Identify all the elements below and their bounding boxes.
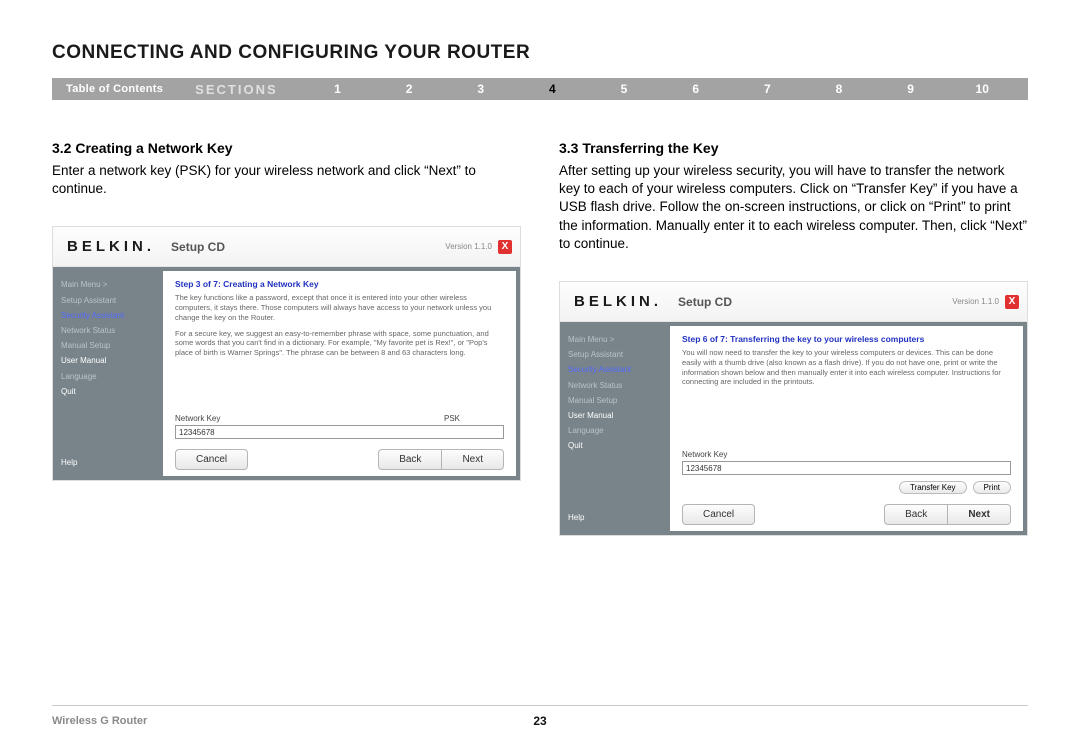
nav-toc[interactable]: Table of Contents xyxy=(52,83,177,95)
menu-manual-setup[interactable]: Manual Setup xyxy=(568,393,662,408)
network-key-input[interactable]: 12345678 xyxy=(175,425,504,439)
label-psk: PSK xyxy=(444,414,504,423)
nav-10[interactable]: 10 xyxy=(946,82,1028,96)
heading-3-3: 3.3 Transferring the Key xyxy=(559,140,1028,156)
step-text-right-1: You will now need to transfer the key to… xyxy=(682,348,1011,387)
menu-network-status[interactable]: Network Status xyxy=(568,378,662,393)
menu-security-assistant[interactable]: Security Assistant xyxy=(61,308,155,323)
menu-help[interactable]: Help xyxy=(568,510,662,525)
menu-manual-setup[interactable]: Manual Setup xyxy=(61,338,155,353)
nav-5[interactable]: 5 xyxy=(588,82,660,96)
network-key-display[interactable]: 12345678 xyxy=(682,461,1011,475)
body-3-3: After setting up your wireless security,… xyxy=(559,162,1028,253)
print-button[interactable]: Print xyxy=(973,481,1011,494)
sidebar: Main Menu > Setup Assistant Security Ass… xyxy=(53,267,163,480)
menu-user-manual[interactable]: User Manual xyxy=(61,353,155,368)
menu-quit[interactable]: Quit xyxy=(568,438,662,453)
label-network-key: Network Key xyxy=(682,450,1011,459)
menu-language[interactable]: Language xyxy=(568,423,662,438)
menu-security-assistant[interactable]: Security Assistant xyxy=(568,362,662,377)
nav-7[interactable]: 7 xyxy=(731,82,803,96)
screenshot-left: BELKIN. Setup CD Version 1.1.0 X Main Me… xyxy=(52,226,521,481)
sidebar: Main Menu > Setup Assistant Security Ass… xyxy=(560,322,670,535)
nav-2[interactable]: 2 xyxy=(373,82,445,96)
menu-network-status[interactable]: Network Status xyxy=(61,323,155,338)
next-button[interactable]: Next xyxy=(947,504,1011,525)
menu-help[interactable]: Help xyxy=(61,455,155,470)
transfer-key-button[interactable]: Transfer Key xyxy=(899,481,967,494)
setup-cd-label: Setup CD xyxy=(658,295,952,309)
nav-8[interactable]: 8 xyxy=(803,82,875,96)
next-button[interactable]: Next xyxy=(441,449,504,470)
version-label: Version 1.1.0 xyxy=(952,297,1005,306)
menu-quit[interactable]: Quit xyxy=(61,384,155,399)
section-navbar: Table of Contents SECTIONS 1 2 3 4 5 6 7… xyxy=(52,78,1028,100)
close-icon[interactable]: X xyxy=(498,240,512,254)
label-network-key: Network Key xyxy=(175,414,444,423)
menu-user-manual[interactable]: User Manual xyxy=(568,408,662,423)
version-label: Version 1.1.0 xyxy=(445,242,498,251)
menu-main[interactable]: Main Menu > xyxy=(568,332,662,347)
step-title-left: Step 3 of 7: Creating a Network Key xyxy=(175,279,504,289)
brand-logo: BELKIN. xyxy=(560,293,658,310)
menu-setup-assistant[interactable]: Setup Assistant xyxy=(568,347,662,362)
footer-product: Wireless G Router xyxy=(52,715,533,727)
screenshot-right: BELKIN. Setup CD Version 1.1.0 X Main Me… xyxy=(559,281,1028,536)
cancel-button[interactable]: Cancel xyxy=(175,449,248,470)
back-button[interactable]: Back xyxy=(884,504,947,525)
body-3-2: Enter a network key (PSK) for your wirel… xyxy=(52,162,521,198)
nav-sections-label: SECTIONS xyxy=(177,82,301,97)
menu-setup-assistant[interactable]: Setup Assistant xyxy=(61,293,155,308)
menu-language[interactable]: Language xyxy=(61,369,155,384)
nav-1[interactable]: 1 xyxy=(302,82,374,96)
brand-logo: BELKIN. xyxy=(53,238,151,255)
cancel-button[interactable]: Cancel xyxy=(682,504,755,525)
step-text-left-2: For a secure key, we suggest an easy-to-… xyxy=(175,329,504,358)
nav-3[interactable]: 3 xyxy=(445,82,517,96)
heading-3-2: 3.2 Creating a Network Key xyxy=(52,140,521,156)
footer-page-number: 23 xyxy=(533,714,546,728)
back-button[interactable]: Back xyxy=(378,449,441,470)
nav-4[interactable]: 4 xyxy=(517,82,589,96)
nav-6[interactable]: 6 xyxy=(660,82,732,96)
page-title: CONNECTING AND CONFIGURING YOUR ROUTER xyxy=(52,42,1028,64)
step-text-left-1: The key functions like a password, excep… xyxy=(175,293,504,322)
nav-9[interactable]: 9 xyxy=(875,82,947,96)
menu-main[interactable]: Main Menu > xyxy=(61,277,155,292)
setup-cd-label: Setup CD xyxy=(151,240,445,254)
page-footer: Wireless G Router 23 xyxy=(52,705,1028,728)
step-title-right: Step 6 of 7: Transferring the key to you… xyxy=(682,334,1011,344)
close-icon[interactable]: X xyxy=(1005,295,1019,309)
